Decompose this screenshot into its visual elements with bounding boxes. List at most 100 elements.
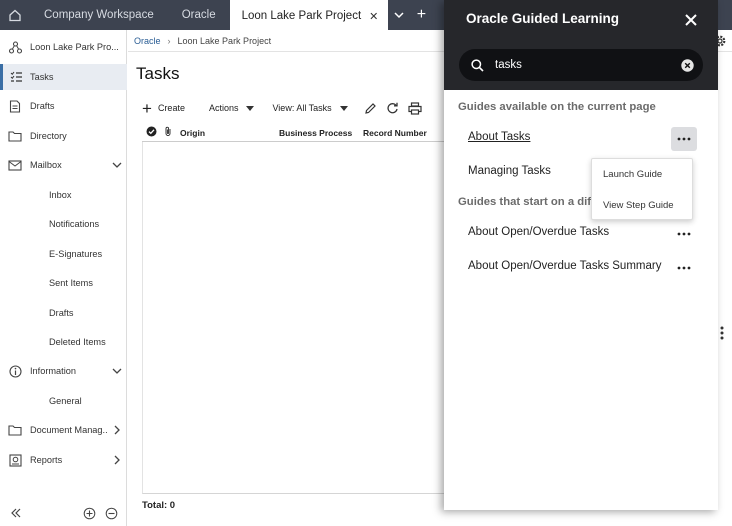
breadcrumb-current: Loon Lake Park Project — [177, 35, 272, 46]
section-current-page: Guides available on the current page — [458, 101, 656, 113]
guide-managing-tasks[interactable]: Managing Tasks — [468, 165, 551, 177]
sidebar-item-label: Deleted Items — [49, 337, 106, 347]
tab-label: Loon Lake Park Project — [241, 10, 362, 22]
guide-more-button[interactable] — [671, 222, 697, 246]
sidebar-item-mail-drafts[interactable]: Drafts — [0, 300, 127, 326]
guide-about-open-overdue-tasks[interactable]: About Open/Overdue Tasks — [468, 226, 609, 238]
launch-guide-menu-item[interactable]: Launch Guide — [603, 169, 662, 180]
sidebar-item-reports[interactable]: Reports — [0, 447, 127, 473]
pencil-icon — [365, 102, 377, 114]
caret-down-icon — [246, 105, 255, 111]
column-origin[interactable]: Origin — [180, 128, 205, 138]
vertical-dots-icon — [720, 326, 724, 340]
grid-body — [142, 142, 444, 494]
create-label: Create — [157, 103, 185, 113]
add-tab-button[interactable]: + — [410, 0, 432, 30]
sidebar-item-label: Tasks — [30, 72, 54, 82]
view-step-guide-menu-item[interactable]: View Step Guide — [603, 200, 674, 211]
guide-search — [459, 49, 703, 81]
sidebar-footer — [0, 502, 127, 526]
chevron-down-icon — [394, 11, 404, 18]
more-options-button[interactable] — [720, 326, 724, 343]
tab-menu-button[interactable] — [388, 0, 410, 30]
create-button[interactable]: + Create — [142, 100, 185, 117]
sidebar: Loon Lake Park Pro... Tasks Drafts Direc… — [0, 30, 127, 526]
close-tab-icon[interactable]: ✕ — [369, 10, 378, 23]
clear-search-button[interactable] — [671, 58, 703, 72]
close-panel-button[interactable] — [682, 11, 700, 29]
collapse-sidebar-icon[interactable] — [10, 507, 22, 522]
drafts-icon — [0, 99, 30, 113]
sidebar-item-label: Sent Items — [49, 278, 93, 288]
more-horizontal-icon — [677, 137, 691, 141]
tab-loon-lake-park-project[interactable]: Loon Lake Park Project ✕ — [229, 0, 389, 30]
sidebar-item-sent-items[interactable]: Sent Items — [0, 270, 127, 296]
sidebar-item-label: Inbox — [49, 190, 72, 200]
sidebar-item-deleted-items[interactable]: Deleted Items — [0, 329, 127, 355]
home-icon — [9, 9, 21, 22]
chevron-down-icon[interactable] — [107, 162, 127, 169]
edit-button[interactable] — [360, 97, 382, 119]
sidebar-item-e-signatures[interactable]: E-Signatures — [0, 241, 127, 267]
sidebar-item-mailbox[interactable]: Mailbox — [0, 152, 127, 178]
chevron-right-icon[interactable] — [107, 455, 127, 465]
clear-icon — [680, 58, 694, 72]
attachment-icon — [164, 126, 172, 139]
section-other-page: Guides that start on a dif — [458, 196, 592, 208]
sidebar-item-label: E-Signatures — [49, 249, 103, 259]
sidebar-item-notifications[interactable]: Notifications — [0, 211, 127, 237]
column-record-number[interactable]: Record Number — [363, 128, 427, 138]
guide-more-button[interactable] — [671, 127, 697, 151]
toolbar: + Create Actions View: All Tasks — [142, 96, 426, 120]
chevron-right-icon[interactable] — [107, 425, 127, 435]
sidebar-project[interactable]: Loon Lake Park Pro... — [0, 34, 127, 60]
chevron-right-icon: › — [167, 35, 171, 46]
guide-search-input[interactable] — [495, 59, 671, 71]
mail-icon — [0, 159, 30, 171]
plus-icon: + — [416, 6, 427, 23]
home-button[interactable] — [0, 0, 30, 30]
collapse-all-icon[interactable] — [105, 507, 118, 523]
chevron-down-icon[interactable] — [107, 368, 127, 375]
more-horizontal-icon — [677, 266, 691, 270]
actions-menu[interactable]: Actions — [209, 103, 255, 113]
tab-oracle[interactable]: Oracle — [168, 0, 230, 30]
breadcrumb-root[interactable]: Oracle — [134, 36, 161, 46]
select-all-icon[interactable] — [146, 126, 157, 139]
sidebar-project-label: Loon Lake Park Pro... — [30, 42, 119, 52]
sidebar-item-label: Reports — [30, 455, 63, 465]
page-title: Tasks — [136, 64, 180, 83]
info-icon — [0, 364, 30, 378]
project-icon — [0, 40, 30, 54]
sidebar-item-drafts[interactable]: Drafts — [0, 93, 127, 119]
guided-learning-header: Oracle Guided Learning — [444, 0, 718, 90]
view-select[interactable]: View: All Tasks — [272, 103, 348, 113]
sidebar-item-general[interactable]: General — [0, 388, 127, 414]
sidebar-item-label: General — [49, 396, 82, 406]
sidebar-item-label: Mailbox — [30, 160, 62, 170]
caret-down-icon — [339, 105, 348, 111]
search-icon — [459, 58, 495, 72]
view-label: View: All Tasks — [272, 103, 332, 113]
sidebar-item-label: Information — [30, 366, 76, 376]
close-icon — [685, 14, 697, 26]
tab-company-workspace[interactable]: Company Workspace — [30, 0, 168, 30]
refresh-button[interactable] — [382, 97, 404, 119]
more-horizontal-icon — [677, 232, 691, 236]
guided-learning-panel: Oracle Guided Learning Guides available … — [444, 0, 718, 510]
column-business-process[interactable]: Business Process — [279, 128, 352, 138]
guide-more-button[interactable] — [671, 256, 697, 280]
sidebar-item-label: Drafts — [30, 101, 55, 111]
sidebar-item-inbox[interactable]: Inbox — [0, 182, 127, 208]
expand-all-icon[interactable] — [83, 507, 96, 523]
sidebar-item-label: Directory — [30, 131, 67, 141]
plus-icon: + — [142, 98, 152, 118]
guide-about-tasks[interactable]: About Tasks — [468, 131, 530, 143]
guide-about-open-overdue-tasks-summary[interactable]: About Open/Overdue Tasks Summary — [468, 260, 661, 272]
sidebar-item-information[interactable]: Information — [0, 358, 127, 384]
sidebar-item-document-management[interactable]: Document Manag... — [0, 417, 127, 443]
print-button[interactable] — [404, 97, 426, 119]
total-count: Total: 0 — [142, 500, 176, 511]
sidebar-item-tasks[interactable]: Tasks — [0, 64, 127, 90]
sidebar-item-directory[interactable]: Directory — [0, 123, 127, 149]
